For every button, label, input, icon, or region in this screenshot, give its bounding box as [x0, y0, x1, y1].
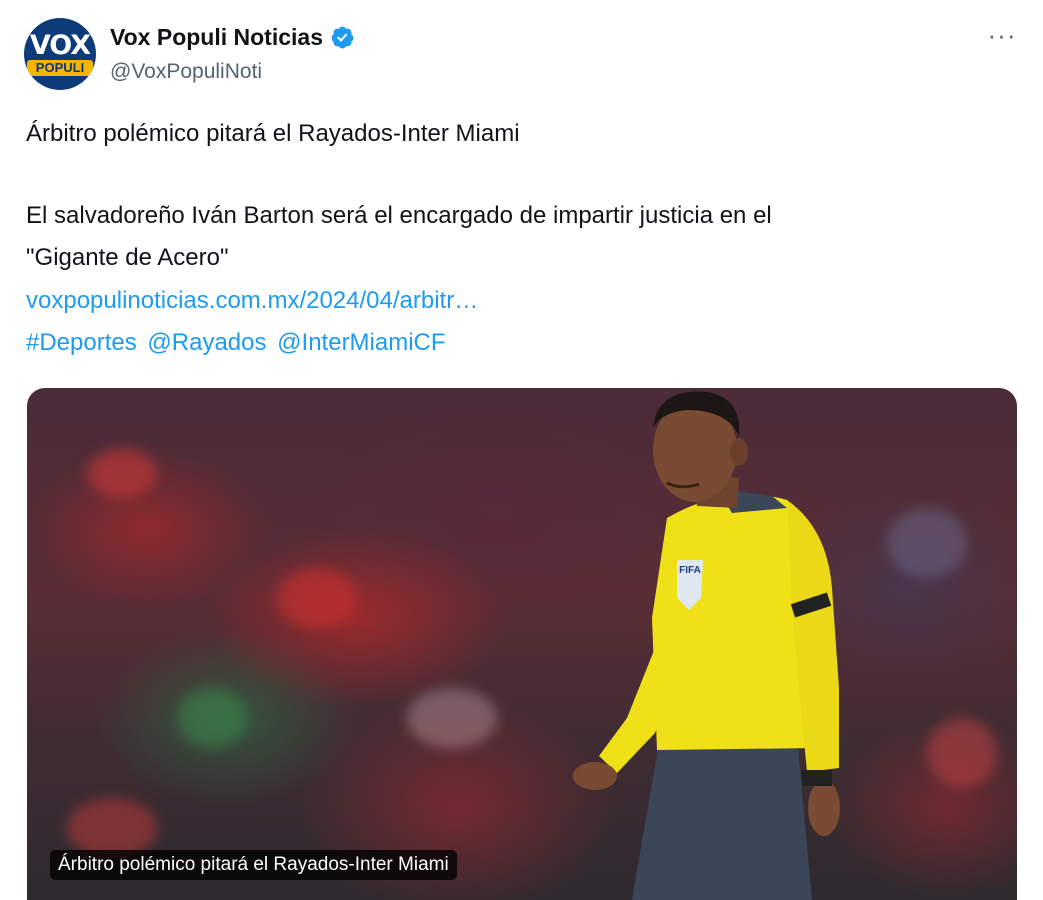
- fifa-badge-text: FIFA: [679, 565, 701, 576]
- author-handle[interactable]: @VoxPopuliNoti: [110, 60, 262, 84]
- mention-intermiamicf[interactable]: @InterMiamiCF: [277, 329, 445, 356]
- tweet-text-headline: Árbitro polémico pitará el Rayados-Inter…: [26, 120, 520, 147]
- referee-figure: FIFA: [573, 391, 840, 900]
- avatar[interactable]: VOX POPULI: [24, 18, 96, 90]
- avatar-logo-subtext: POPULI: [27, 60, 93, 76]
- avatar-logo-text: VOX: [29, 30, 91, 61]
- hashtags-mentions: #Deportes @Rayados @InterMiamiCF: [26, 329, 450, 357]
- hashtag-deportes[interactable]: #Deportes: [26, 329, 137, 356]
- more-options-button[interactable]: ···: [984, 20, 1020, 56]
- author-display-name[interactable]: Vox Populi Noticias: [110, 24, 323, 51]
- tweet-media-image[interactable]: FIFA Árbitro polémico pitará el Rayados-…: [27, 388, 1017, 900]
- author-name-row: Vox Populi Noticias: [110, 22, 355, 52]
- media-caption: Árbitro polémico pitará el Rayados-Inter…: [50, 850, 457, 880]
- mention-rayados[interactable]: @Rayados: [147, 329, 266, 356]
- article-link[interactable]: voxpopulinoticias.com.mx/2024/04/arbitr…: [26, 287, 478, 315]
- tweet-text-body-cont: "Gigante de Acero": [26, 244, 229, 271]
- verified-badge-icon: [330, 25, 355, 50]
- tweet-text-body: El salvadoreño Iván Barton será el encar…: [26, 202, 772, 229]
- tweet[interactable]: VOX POPULI Vox Populi Noticias @VoxPopul…: [0, 0, 1043, 900]
